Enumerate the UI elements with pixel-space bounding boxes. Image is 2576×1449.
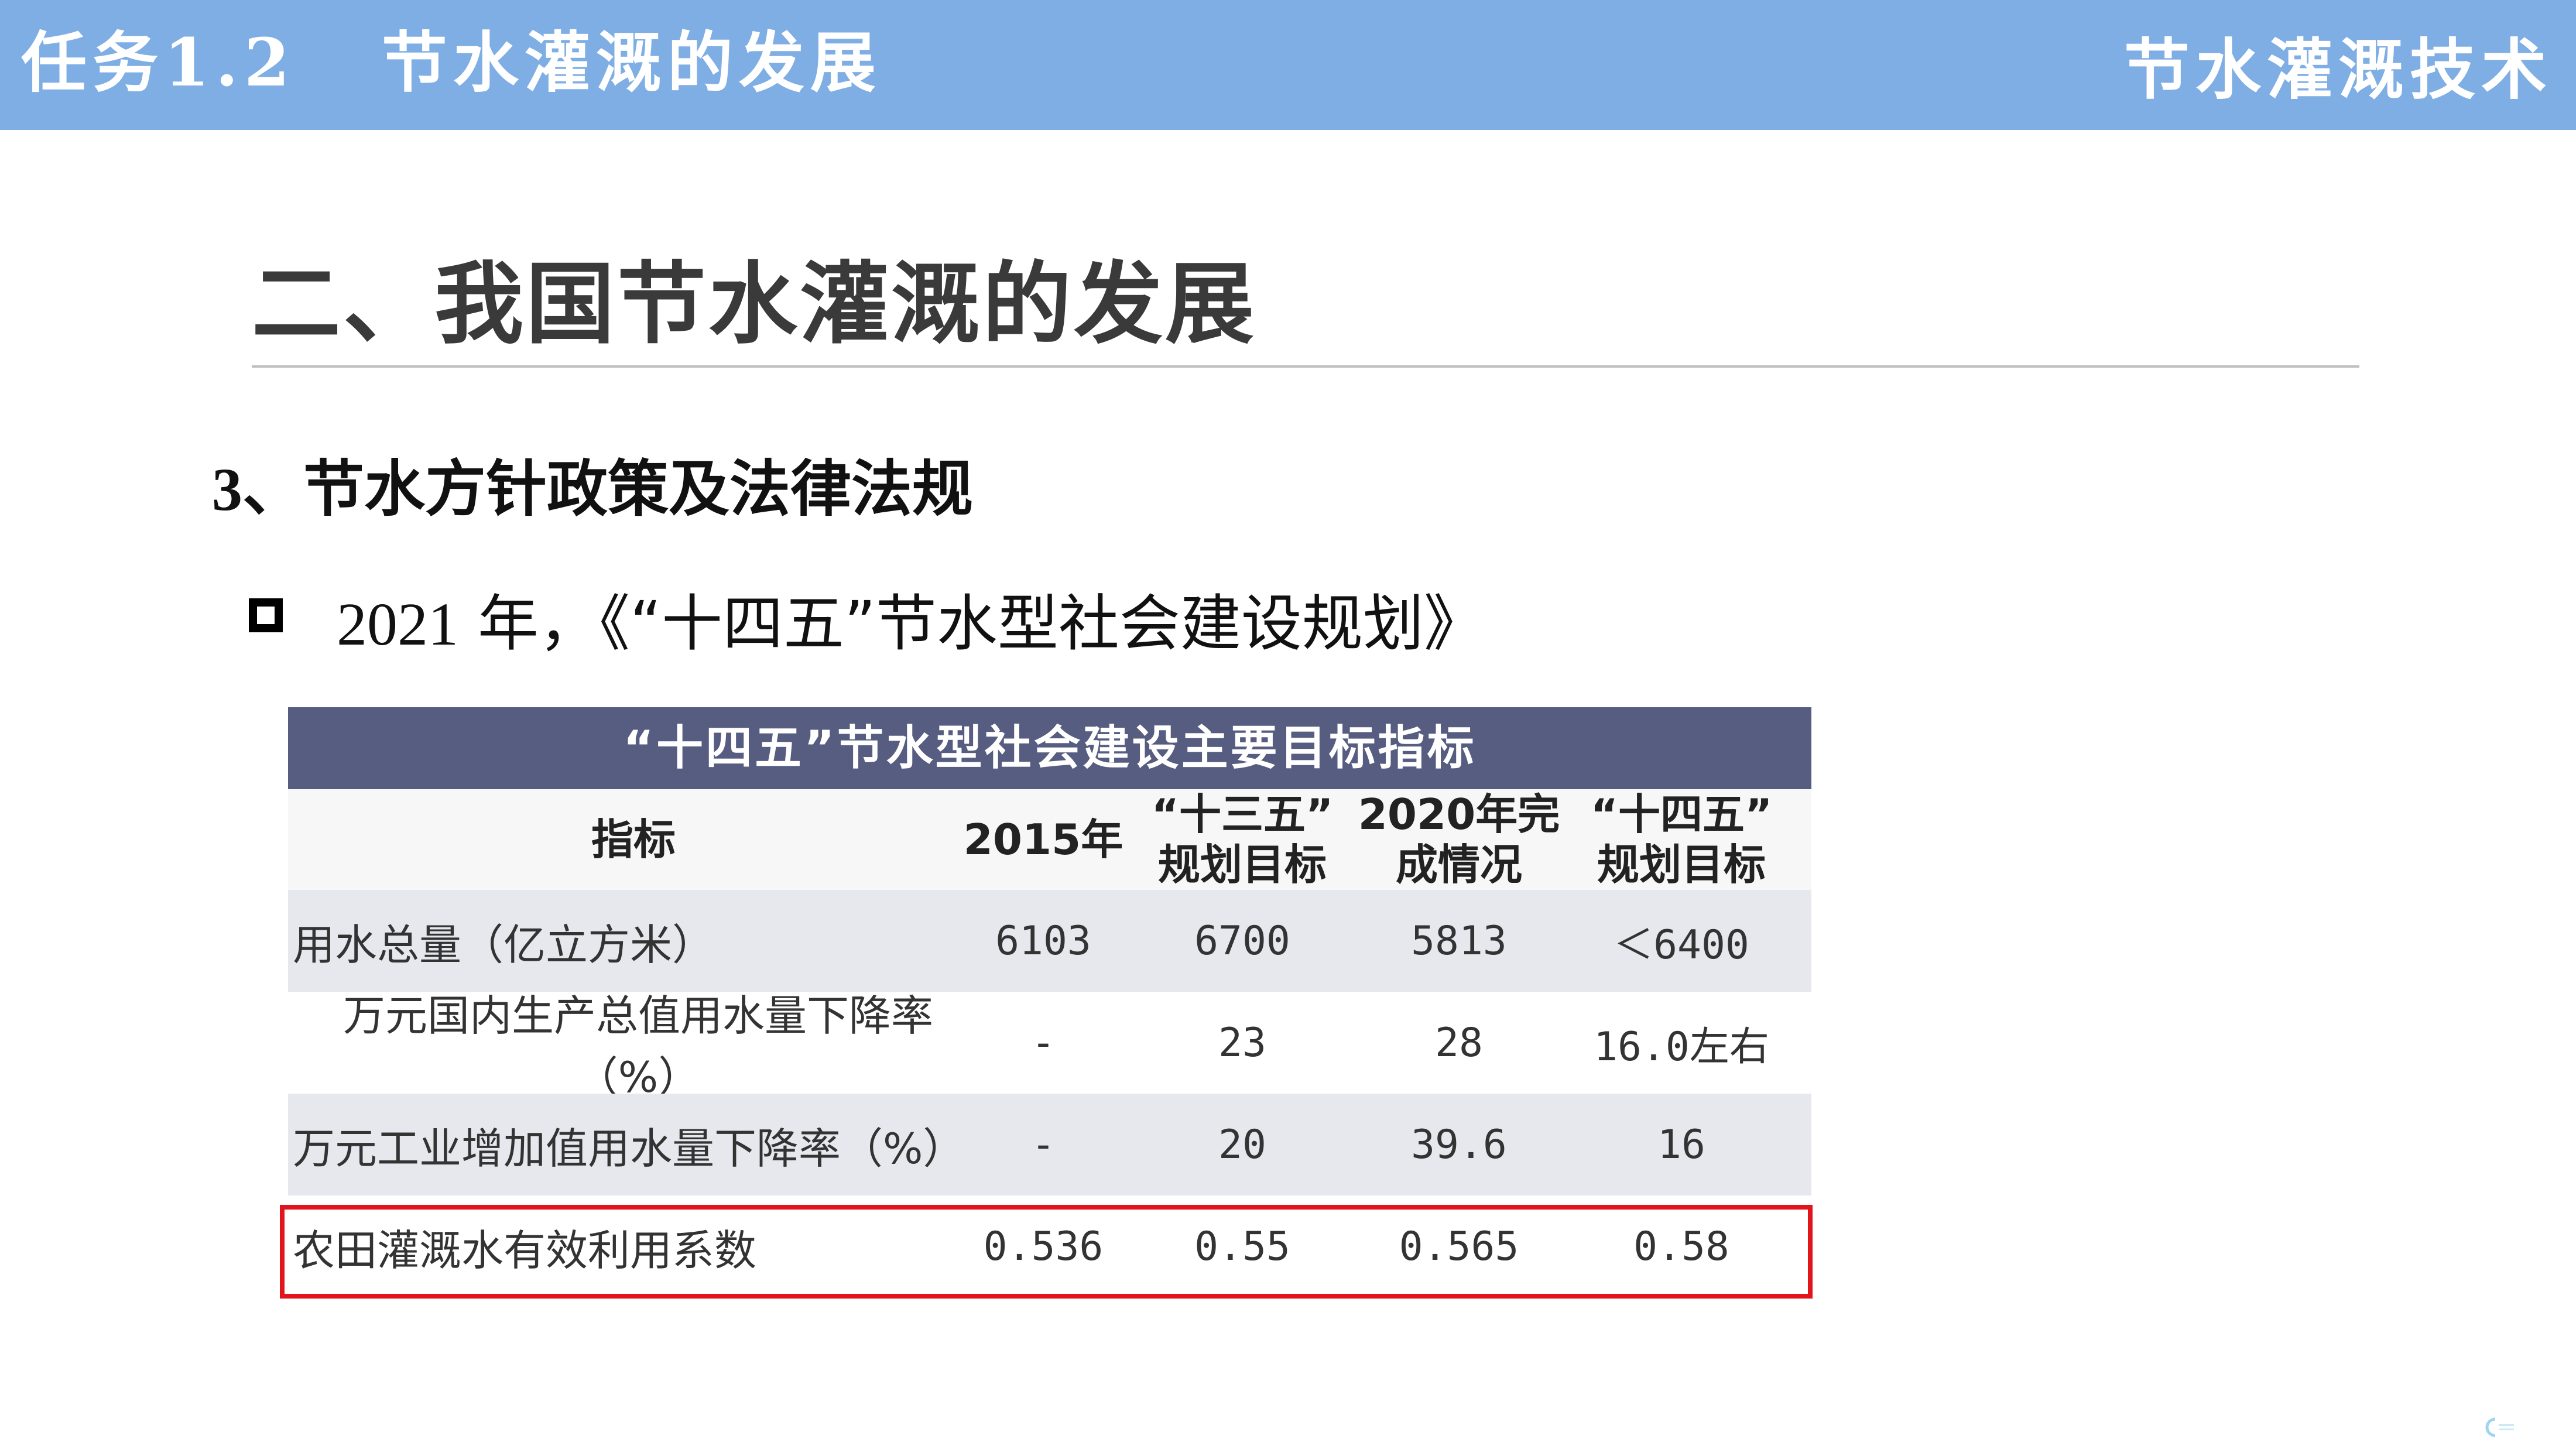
row-indicator: 万元工业增加值用水量下降率（%）	[293, 1123, 965, 1173]
table-row: 万元国内生产总值用水量下降率（%） - 23 28 16.0左右	[288, 991, 1811, 1102]
sub-heading-text: 、节水方针政策及法律法规	[242, 453, 974, 525]
header-indicator: 指标	[591, 815, 676, 864]
row-value-2020: 39.6	[1411, 1121, 1507, 1168]
square-bullet-icon	[249, 598, 283, 632]
course-title: 节水灌溉技术	[2124, 32, 2553, 108]
header-14th-plan-target: “十四五” 规划目标	[1590, 790, 1773, 889]
table-title: “十四五”节水型社会建设主要目标指标	[288, 707, 1811, 789]
table-header-row: 指标 2015年 “十三五” 规划目标 2020年完 成情况 “十四五” 规划目…	[288, 789, 1811, 890]
header-2015: 2015年	[963, 815, 1123, 864]
bullet-year: 2021	[337, 591, 458, 658]
heading-divider	[252, 365, 2359, 368]
bullet-item: 2021 年，《“十四五”节水型社会建设规划》	[337, 583, 1485, 664]
row-value-13th: 23	[1218, 1019, 1266, 1066]
header-13th-plan-target: “十三五” 规划目标	[1151, 790, 1334, 889]
header-2020-actual: 2020年完 成情况	[1358, 790, 1560, 889]
row-value-14th: 16	[1657, 1121, 1705, 1168]
row-value-2020: 5813	[1411, 917, 1507, 964]
row-value-2015: 6103	[995, 917, 1091, 964]
row-value-2015: -	[1031, 1121, 1056, 1168]
section-heading: 二、我国节水灌溉的发展	[252, 252, 1256, 356]
row-value-2020: 28	[1435, 1019, 1483, 1066]
task-title: 任务1.2 节水灌溉的发展	[21, 25, 882, 101]
row-value-14th: ＜6400	[1614, 922, 1749, 968]
row-value-13th: 6700	[1194, 917, 1290, 964]
top-banner: 任务1.2 节水灌溉的发展 节水灌溉技术	[0, 0, 2576, 130]
row-indicator: 万元国内生产总值用水量下降率（%）	[342, 991, 933, 1102]
row-indicator: 用水总量（亿立方米）	[293, 920, 715, 970]
highlight-box	[280, 1205, 1813, 1299]
row-value-13th: 20	[1218, 1121, 1266, 1168]
row-value-2015: -	[1031, 1019, 1056, 1066]
table-row: 万元工业增加值用水量下降率（%） - 20 39.6 16	[288, 1094, 1811, 1195]
sub-heading-number: 3	[212, 456, 242, 523]
bullet-text: 年，《“十四五”节水型社会建设规划》	[458, 588, 1485, 659]
sub-heading: 3、节水方针政策及法律法规	[212, 448, 973, 530]
watermark-logo-icon	[2485, 1417, 2514, 1437]
table-row: 用水总量（亿立方米） 6103 6700 5813 ＜6400	[288, 890, 1811, 992]
row-value-14th: 16.0左右	[1594, 1023, 1769, 1070]
